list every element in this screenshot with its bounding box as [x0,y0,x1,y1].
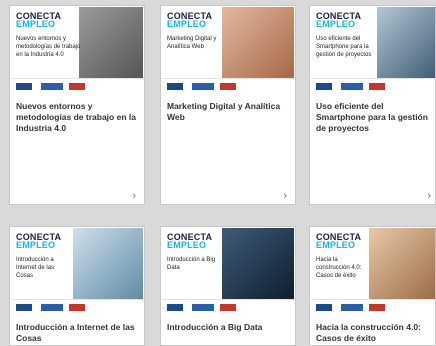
thumbnail-caption: Introducción a Big Data [167,257,216,271]
sponsor-logo-icon [220,304,236,311]
sponsor-logos-bar [311,78,435,93]
sponsor-logo-icon [369,83,385,90]
course-card[interactable]: CONECTA EMPLEO Uso eficiente del Smartph… [309,5,436,205]
sponsor-logo-icon [220,83,236,90]
telefonica-logo-icon [16,83,32,90]
course-card[interactable]: CONECTA EMPLEO Nuevos entornos y metodol… [9,5,145,205]
brand-empleo: EMPLEO [316,19,356,29]
chevron-right-icon[interactable]: › [283,190,287,202]
course-title[interactable]: Marketing Digital y Analítica Web [167,101,291,123]
sponsor-logo-icon [69,304,85,311]
course-card[interactable]: CONECTA EMPLEO Introducción a Internet d… [9,226,145,346]
telefonica-logo-icon [167,83,183,90]
course-photo [377,7,435,79]
telefonica-logo-icon [16,304,32,311]
course-title[interactable]: Hacia la construcción 4.0: Casos de éxit… [316,322,434,344]
thumbnail-caption: Nuevos entornos y metodologías de trabaj… [16,36,81,58]
course-photo [222,7,294,79]
brand-empleo: EMPLEO [316,240,356,250]
course-thumbnail[interactable]: CONECTA EMPLEO Nuevos entornos y metodol… [11,7,143,93]
sponsor-logos-bar [11,78,143,93]
course-thumbnail[interactable]: CONECTA EMPLEO Marketing Digital y Analí… [162,7,294,93]
course-grid: CONECTA EMPLEO Nuevos entornos y metodol… [0,0,436,346]
thumbnail-caption: Hacia la construcción 4.0: Casos de éxit… [316,257,362,279]
course-photo [73,228,143,300]
course-thumbnail[interactable]: CONECTA EMPLEO Introducción a Internet d… [11,228,143,314]
course-thumbnail[interactable]: CONECTA EMPLEO Hacia la construcción 4.0… [311,228,435,314]
ceoe-logo-icon [41,83,63,90]
sponsor-logos-bar [162,299,294,314]
sponsor-logos-bar [162,78,294,93]
course-thumbnail[interactable]: CONECTA EMPLEO Introducción a Big Data [162,228,294,314]
course-photo [222,228,294,300]
sponsor-logo-icon [369,304,385,311]
ceoe-logo-icon [192,83,214,90]
sponsor-logos-bar [311,299,435,314]
chevron-right-icon[interactable]: › [132,190,136,202]
course-card[interactable]: CONECTA EMPLEO Marketing Digital y Analí… [160,5,296,205]
thumbnail-caption: Introducción a Internet de las Cosas [16,257,55,279]
course-photo [369,228,435,300]
thumbnail-caption: Uso eficiente del Smartphone para la ges… [316,36,372,58]
sponsor-logo-icon [69,83,85,90]
course-title[interactable]: Nuevos entornos y metodologías de trabaj… [16,101,140,134]
chevron-right-icon[interactable]: › [427,190,431,202]
telefonica-logo-icon [316,83,332,90]
brand-empleo: EMPLEO [167,240,207,250]
brand-empleo: EMPLEO [16,19,56,29]
ceoe-logo-icon [341,304,363,311]
brand-empleo: EMPLEO [16,240,56,250]
ceoe-logo-icon [192,304,214,311]
thumbnail-caption: Marketing Digital y Analítica Web [167,36,217,50]
ceoe-logo-icon [341,83,363,90]
course-title[interactable]: Introducción a Internet de las Cosas [16,322,140,344]
course-card[interactable]: CONECTA EMPLEO Hacia la construcción 4.0… [309,226,436,346]
course-title[interactable]: Uso eficiente del Smartphone para la ges… [316,101,434,134]
ceoe-logo-icon [41,304,63,311]
telefonica-logo-icon [167,304,183,311]
course-title[interactable]: Introducción a Big Data [167,322,291,333]
telefonica-logo-icon [316,304,332,311]
course-card[interactable]: CONECTA EMPLEO Introducción a Big Data I… [160,226,296,346]
course-thumbnail[interactable]: CONECTA EMPLEO Uso eficiente del Smartph… [311,7,435,93]
brand-empleo: EMPLEO [167,19,207,29]
sponsor-logos-bar [11,299,143,314]
course-photo [79,7,143,79]
